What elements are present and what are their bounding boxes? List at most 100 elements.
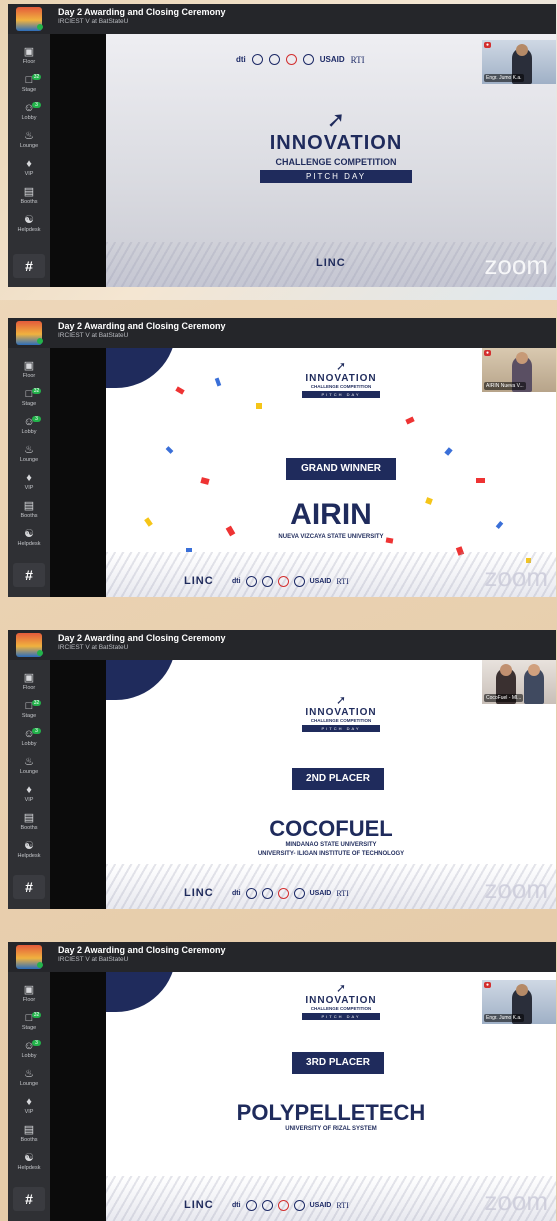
channels-button[interactable]: # xyxy=(13,563,45,587)
linc-logo: LINC xyxy=(184,575,214,587)
booth-icon: ▤ xyxy=(23,812,35,824)
vip-icon: ♦ xyxy=(26,158,32,170)
innovation-title: INNOVATION xyxy=(305,707,377,718)
webcam-thumbnail[interactable]: CocoFuel - Ml... xyxy=(482,660,556,704)
people-icon: ☺ xyxy=(23,728,35,740)
record-indicator: ● xyxy=(484,42,492,48)
competition-logo: ➚ INNOVATION CHALLENGE COMPETITION PITCH… xyxy=(296,694,386,732)
people-icon: ☺ xyxy=(23,416,35,428)
channels-button[interactable]: # xyxy=(13,254,45,278)
university-name-line2: UNIVERSITY- ILIGAN INSTITUTE OF TECHNOLO… xyxy=(257,851,405,857)
sidebar-item-floor[interactable]: ▣ Floor xyxy=(8,46,50,66)
sidebar-item-floor[interactable]: ▣ Floor xyxy=(8,984,50,1004)
confetti-piece xyxy=(200,477,210,485)
vip-icon: ♦ xyxy=(26,1096,32,1108)
channels-button[interactable]: # xyxy=(13,1187,45,1211)
sidebar-item-helpdesk[interactable]: ☯ Helpdesk xyxy=(8,528,50,548)
sidebar-item-vip[interactable]: ♦ VIP xyxy=(8,784,50,804)
shared-screen: dti USAID RTI ➚ INNOVATION CHALLENGE COM… xyxy=(106,34,556,287)
corner-decoration xyxy=(106,660,176,700)
online-status-dot xyxy=(37,338,43,344)
sidebar-item-lobby[interactable]: ☺ 3 Lobby xyxy=(8,1040,50,1060)
session-title: Day 2 Awarding and Closing Ceremony xyxy=(58,633,226,643)
sidebar-item-booths[interactable]: ▤ Booths xyxy=(8,500,50,520)
session-subtitle: IRCIEST V at BatStateU xyxy=(58,644,129,651)
competition-subtitle: CHALLENGE COMPETITION xyxy=(310,718,372,723)
sponsor-logos: dti USAID RTI xyxy=(232,576,349,587)
competition-logo: ➚ INNOVATION CHALLENGE COMPETITION PITCH… xyxy=(296,982,386,1020)
stage-count-badge: 32 xyxy=(32,388,41,394)
sidebar-item-stage[interactable]: □ 32 Stage xyxy=(8,388,50,408)
screenshot-2: Day 2 Awarding and Closing Ceremony IRCI… xyxy=(8,318,556,597)
sidebar-item-floor[interactable]: ▣ Floor xyxy=(8,672,50,692)
sidebar-item-vip[interactable]: ♦ VIP xyxy=(8,1096,50,1116)
online-status-dot xyxy=(37,24,43,30)
sidebar-item-helpdesk[interactable]: ☯ Helpdesk xyxy=(8,214,50,234)
award-badge: 2ND PLACER xyxy=(292,768,384,790)
partner-logo xyxy=(277,1200,289,1211)
sidebar-item-vip[interactable]: ♦ VIP xyxy=(8,472,50,492)
partner-logo xyxy=(261,888,273,899)
sidebar-item-stage[interactable]: □ 32 Stage xyxy=(8,700,50,720)
stage-icon: □ xyxy=(25,388,33,400)
sidebar-item-booths[interactable]: ▤ Booths xyxy=(8,186,50,206)
lounge-icon: ♨ xyxy=(24,130,34,142)
record-indicator: ● xyxy=(484,350,492,356)
session-title: Day 2 Awarding and Closing Ceremony xyxy=(58,7,226,17)
sidebar-item-lobby[interactable]: ☺ 3 Lobby xyxy=(8,728,50,748)
sponsor-logos: dti USAID RTI xyxy=(232,1200,349,1211)
lounge-icon: ♨ xyxy=(24,444,34,456)
university-name: UNIVERSITY OF RIZAL SYSTEM xyxy=(285,1126,377,1132)
video-letterbox xyxy=(50,972,106,1221)
usaid-logo: USAID xyxy=(319,55,345,64)
sidebar-item-lobby[interactable]: ☺ 3 Lobby xyxy=(8,416,50,436)
lounge-icon: ♨ xyxy=(24,1068,34,1080)
sidebar-item-lounge[interactable]: ♨ Lounge xyxy=(8,1068,50,1088)
partner-logo xyxy=(293,576,305,587)
lobby-count-badge: 3 xyxy=(32,102,41,108)
session-title: Day 2 Awarding and Closing Ceremony xyxy=(58,321,226,331)
title-bar: Day 2 Awarding and Closing Ceremony IRCI… xyxy=(8,630,556,660)
sidebar: ▣ Floor □ 32 Stage ☺ 3 Lobby ♨ Lounge ♦ VIP ▤ Bo… xyxy=(8,34,50,287)
sidebar-item-helpdesk[interactable]: ☯ Helpdesk xyxy=(8,1152,50,1172)
map-icon: ▣ xyxy=(23,360,35,372)
sidebar-item-helpdesk[interactable]: ☯ Helpdesk xyxy=(8,840,50,860)
record-indicator: ● xyxy=(484,982,492,988)
pitch-day-label: PITCH DAY xyxy=(260,170,412,183)
sidebar-item-lounge[interactable]: ♨ Lounge xyxy=(8,444,50,464)
competition-subtitle: CHALLENGE COMPETITION xyxy=(275,157,397,167)
sidebar-item-vip[interactable]: ♦ VIP xyxy=(8,158,50,178)
screenshot-3: Day 2 Awarding and Closing Ceremony IRCI… xyxy=(8,630,556,909)
sidebar-item-lounge[interactable]: ♨ Lounge xyxy=(8,130,50,150)
participant-name: Engr. Jumo K.a. xyxy=(484,1014,524,1022)
sidebar-item-stage[interactable]: □ 32 Stage xyxy=(8,1012,50,1032)
competition-logo: ➚ INNOVATION CHALLENGE COMPETITION PITCH… xyxy=(296,360,386,398)
sidebar-item-lobby[interactable]: ☺ 3 Lobby xyxy=(8,102,50,122)
channels-button[interactable]: # xyxy=(13,875,45,899)
winner-name: POLYPELLETECH xyxy=(236,1100,426,1125)
webcam-thumbnail[interactable]: ● AIRIN Nueva V... xyxy=(482,348,556,392)
sidebar-item-floor[interactable]: ▣ Floor xyxy=(8,360,50,380)
stage-icon: □ xyxy=(25,1012,33,1024)
webcam-thumbnail[interactable]: ● Engr. Jumo K.a. xyxy=(482,40,556,84)
shared-screen: ➚ INNOVATION CHALLENGE COMPETITION PITCH… xyxy=(106,348,556,597)
webcam-thumbnail[interactable]: ● Engr. Jumo K.a. xyxy=(482,980,556,1024)
linc-logo: LINC xyxy=(184,1199,214,1211)
award-badge: GRAND WINNER xyxy=(286,458,396,480)
map-icon: ▣ xyxy=(23,984,35,996)
sidebar-item-booths[interactable]: ▤ Booths xyxy=(8,1124,50,1144)
session-subtitle: IRCIEST V at BatStateU xyxy=(58,956,129,963)
shared-screen: ➚ INNOVATION CHALLENGE COMPETITION PITCH… xyxy=(106,660,556,909)
vip-icon: ♦ xyxy=(26,784,32,796)
stage-icon: □ xyxy=(25,74,33,86)
confetti-piece xyxy=(444,447,453,456)
video-letterbox xyxy=(50,34,106,287)
sponsor-logos: dti USAID RTI xyxy=(236,54,365,65)
booth-icon: ▤ xyxy=(23,1124,35,1136)
sidebar-item-lounge[interactable]: ♨ Lounge xyxy=(8,756,50,776)
booth-icon: ▤ xyxy=(23,500,35,512)
map-icon: ▣ xyxy=(23,672,35,684)
university-name: MINDANAO STATE UNIVERSITY xyxy=(285,842,377,848)
sidebar-item-stage[interactable]: □ 32 Stage xyxy=(8,74,50,94)
sidebar-item-booths[interactable]: ▤ Booths xyxy=(8,812,50,832)
